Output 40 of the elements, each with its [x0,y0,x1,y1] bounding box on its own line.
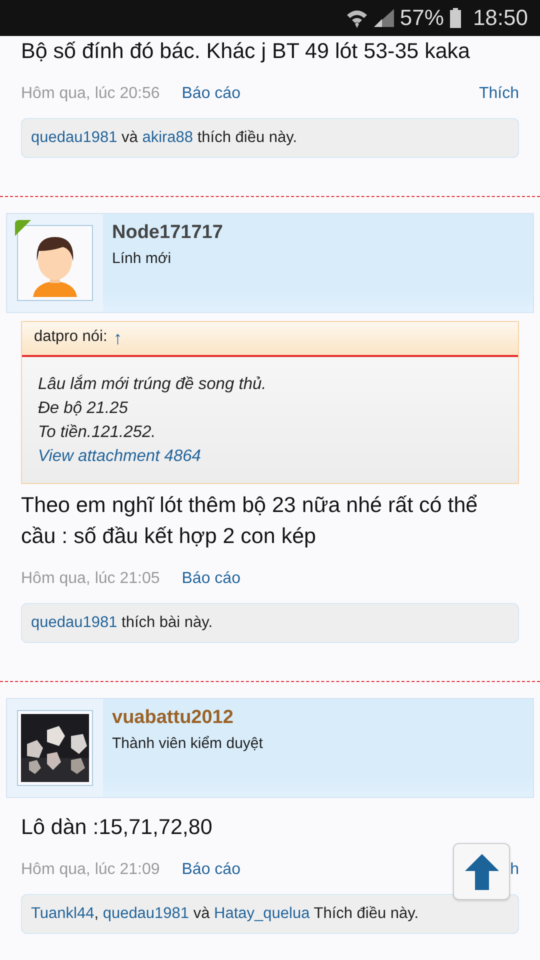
jump-link[interactable]: ↑ [113,328,122,349]
likes-text: và [120,128,139,148]
user-link[interactable]: quedau1981 [102,904,190,924]
attachment-link[interactable]: View attachment 4864 [38,444,201,468]
clock-time: 18:50 [472,5,528,31]
user-link[interactable]: Tuankl44 [31,904,94,924]
like-link[interactable]: Thích [478,85,519,103]
post-date: Hôm qua, lúc 21:05 [21,570,160,588]
likes-text: Thích điều này. [312,904,419,924]
report-link[interactable]: Báo cáo [182,85,240,103]
user-link[interactable]: Hatay_quelua [214,904,310,924]
battery-icon [450,8,461,28]
quote-line: To tiền.121.252. [38,422,157,443]
user-title: Lính mới [112,250,172,267]
likes-text: thích bài này. [120,613,213,633]
post-message: Lô dàn :15,71,72,80 [20,814,214,841]
quote-line: Lâu lắm mới trúng đề song thủ. [38,374,268,395]
user-link[interactable]: quedau1981 [31,128,118,148]
like-link[interactable]: h [510,861,519,879]
scroll-to-top-button[interactable] [453,843,510,900]
report-link[interactable]: Báo cáo [182,861,240,879]
post-message: Bộ số đính đó bác. Khác j BT 49 lót 53-35 kaka [20,38,472,65]
report-link[interactable]: Báo cáo [182,570,240,588]
likes-text: thích điều này. [196,128,298,148]
post-date: Hôm qua, lúc 20:56 [21,85,160,103]
wifi-icon [346,8,368,28]
likes-text: và [192,904,211,924]
user-link[interactable]: akira88 [142,128,194,148]
user-link[interactable]: quedau1981 [31,613,118,633]
signal-icon [374,9,394,27]
post-message: Theo em nghĩ lót thêm bộ 23 nữa nhé rất có thể cầu : số đầu kết hợp 2 con kép [20,492,479,550]
user-title: Thành viên kiểm duyệt [112,735,263,752]
quote-author: datpro nói: [34,328,108,347]
post-date: Hôm qua, lúc 21:09 [21,861,160,879]
quote-line: Đe bộ 21.25 [38,398,129,419]
username[interactable]: Node171717 [112,222,223,244]
battery-percent: 57% [400,5,444,31]
username[interactable]: vuabattu2012 [112,707,263,729]
up-arrow-icon [464,854,498,890]
likes-text: , [94,904,100,924]
